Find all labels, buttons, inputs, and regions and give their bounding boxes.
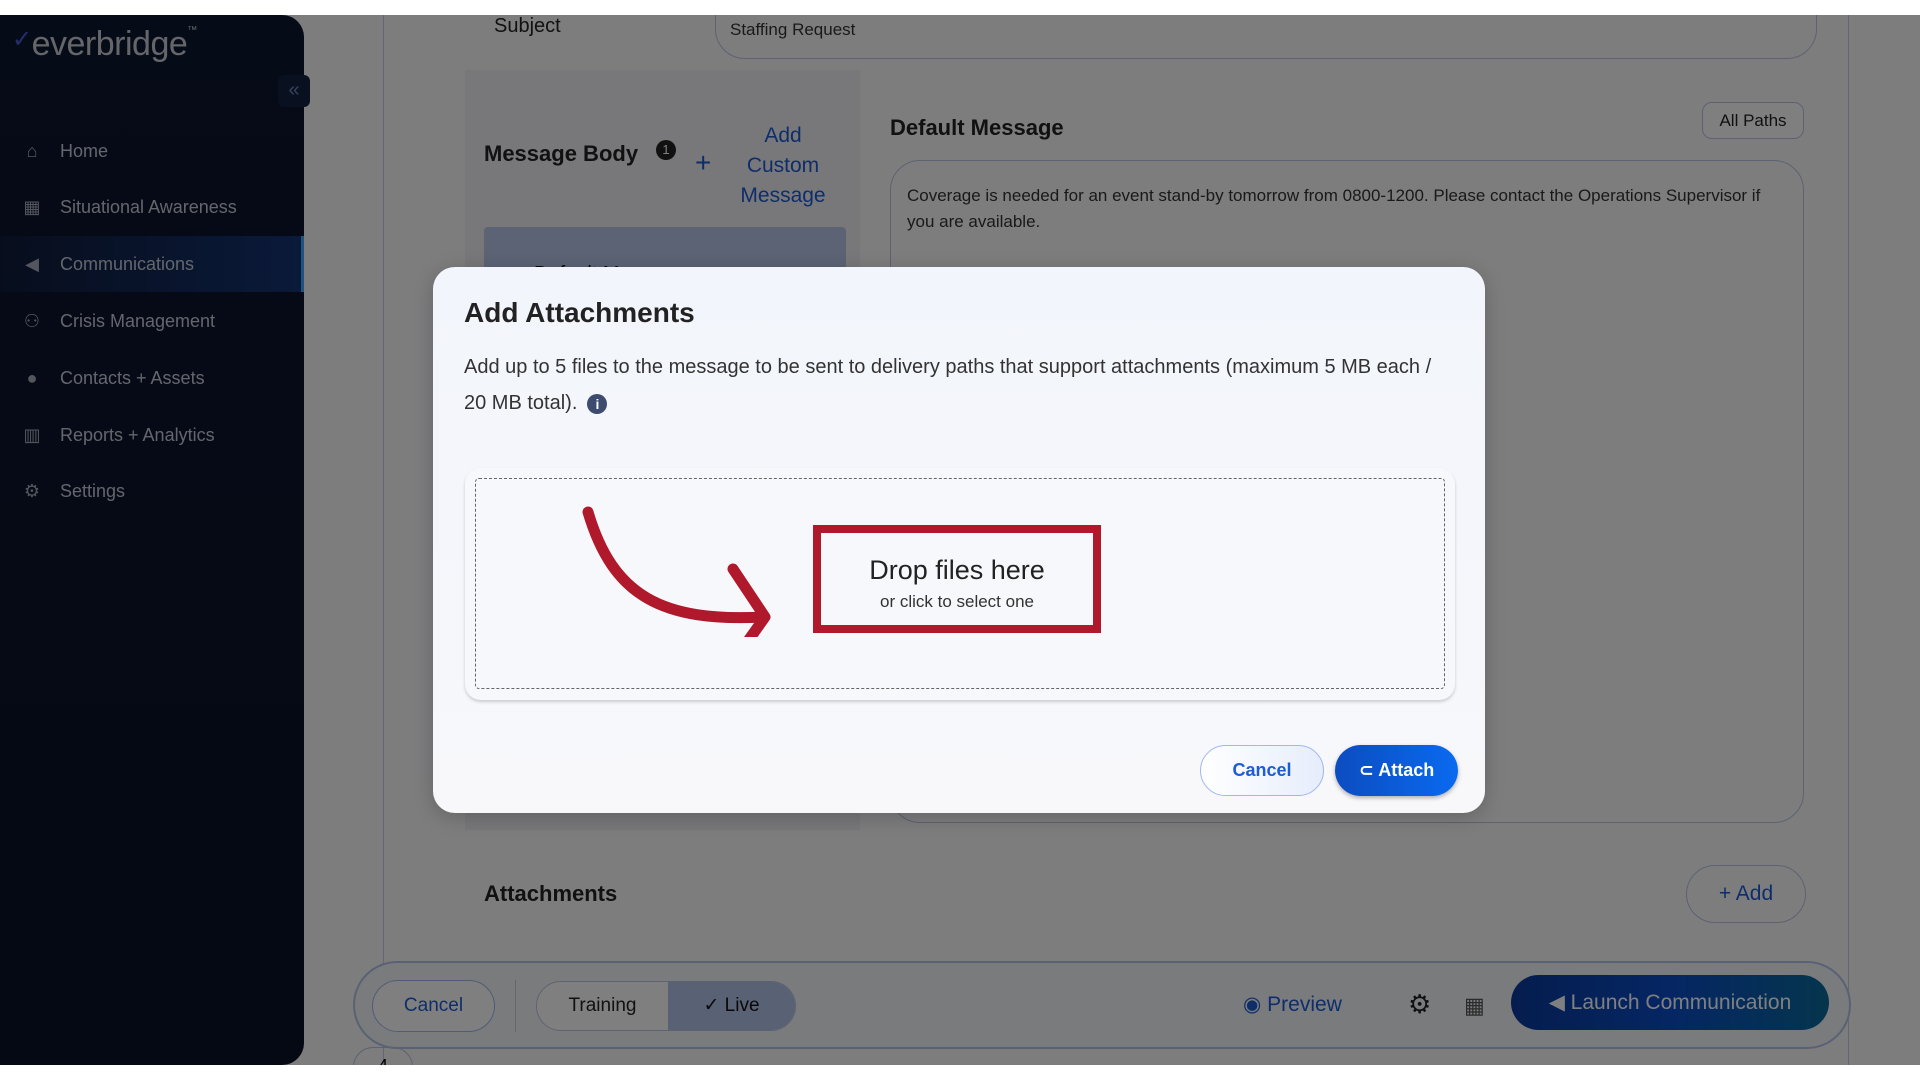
drop-highlight-box[interactable]: Drop files here or click to select one (813, 525, 1101, 633)
paperclip-icon: ⊂ (1358, 760, 1379, 780)
modal-cancel-button[interactable]: Cancel (1200, 745, 1324, 796)
attach-button[interactable]: ⊂ Attach (1335, 745, 1458, 796)
description-text: Add up to 5 files to the message to be s… (464, 356, 1432, 414)
arrow-annotation-icon (582, 506, 771, 637)
info-icon[interactable]: i (587, 393, 608, 414)
attach-label: Attach (1378, 760, 1435, 780)
add-attachments-modal: Add Attachments Add up to 5 files to the… (433, 267, 1485, 813)
drop-subtitle: or click to select one (879, 592, 1034, 611)
app: ✓everbridge™ « ⌂Home ▦Situational Awaren… (0, 15, 1920, 1065)
drop-title: Drop files here (869, 555, 1045, 585)
modal-title: Add Attachments (464, 297, 695, 328)
modal-description: Add up to 5 files to the message to be s… (464, 349, 1454, 421)
